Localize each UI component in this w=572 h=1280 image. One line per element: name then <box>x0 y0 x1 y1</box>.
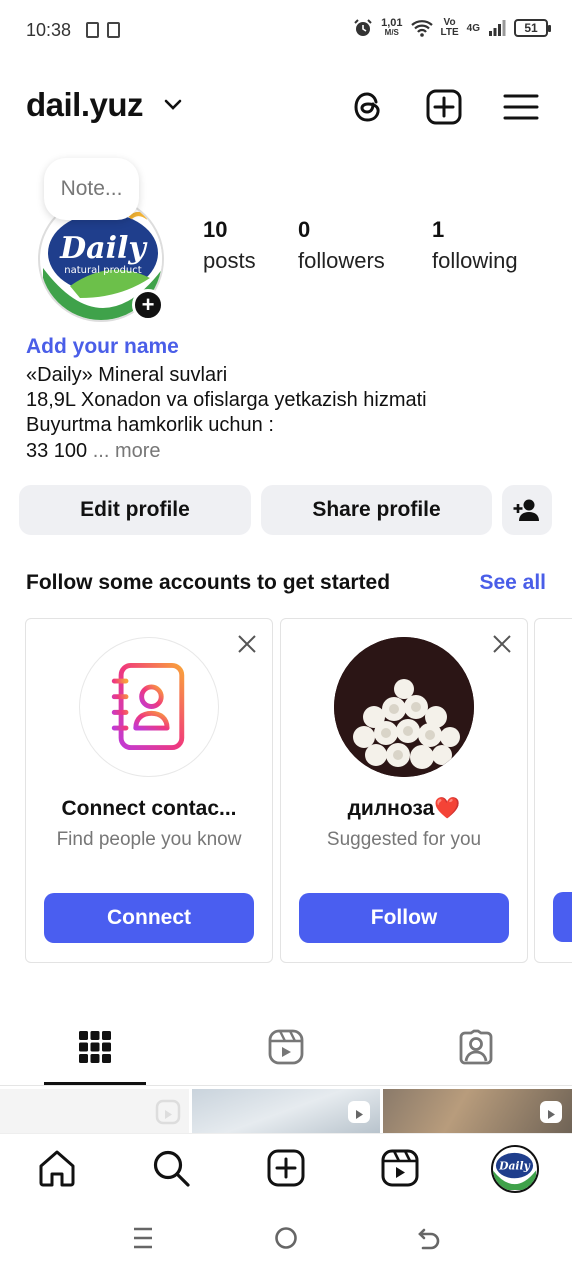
status-notification-icons <box>86 22 120 38</box>
close-icon[interactable] <box>491 633 513 655</box>
tagged-icon[interactable] <box>457 1028 495 1066</box>
card-title[interactable]: дилноза❤️ <box>281 797 527 821</box>
note-bubble[interactable]: Note... <box>44 158 139 220</box>
add-story-icon[interactable]: + <box>132 289 164 321</box>
wifi-icon <box>410 20 433 37</box>
recent-apps-icon[interactable] <box>132 1226 154 1250</box>
reel-badge-icon <box>540 1101 562 1123</box>
suggestion-card-user: дилноза❤️ Suggested for you Follow <box>280 618 528 963</box>
bio-line: Buyurtma hamkorlik uchun : <box>26 414 274 436</box>
connect-button[interactable]: Connect <box>44 893 254 943</box>
threads-icon[interactable] <box>349 88 387 126</box>
bio-more-link[interactable]: ... more <box>87 440 161 462</box>
reel-badge-icon <box>155 1099 181 1125</box>
add-person-icon <box>513 499 539 521</box>
search-icon[interactable] <box>151 1148 191 1188</box>
reels-icon[interactable] <box>267 1028 305 1066</box>
edit-profile-button[interactable]: Edit profile <box>19 485 251 535</box>
bio-line: 18,9L Xonadon va ofislarga yetkazish hiz… <box>26 389 427 411</box>
share-profile-button[interactable]: Share profile <box>261 485 492 535</box>
create-icon[interactable] <box>266 1148 306 1188</box>
network-speed: 1,01 M/S <box>381 17 403 38</box>
close-icon[interactable] <box>236 633 258 655</box>
follow-button[interactable]: Follow <box>299 893 509 943</box>
contacts-circle <box>79 637 219 777</box>
reel-badge-icon <box>348 1101 370 1123</box>
signal-icon <box>489 20 506 36</box>
battery-indicator: 51 <box>514 19 551 37</box>
add-name-link[interactable]: Add your name <box>26 335 179 359</box>
home-icon[interactable] <box>37 1148 77 1188</box>
tab-divider <box>0 1085 572 1086</box>
card-subtitle: Suggested for you <box>326 829 482 850</box>
bio-line: 33 100 ... more <box>26 440 161 463</box>
username[interactable]: dail.yuz <box>26 86 144 124</box>
bio-line: «Daily» Mineral suvlari <box>26 364 228 386</box>
reels-icon[interactable] <box>380 1148 420 1188</box>
profile-avatar[interactable]: Daily <box>491 1145 539 1193</box>
flowers-photo <box>334 637 474 777</box>
grid-icon[interactable] <box>76 1028 114 1066</box>
suggestions-title: Follow some accounts to get started <box>26 571 391 594</box>
status-time: 10:38 <box>26 20 72 40</box>
alarm-icon <box>354 19 372 36</box>
home-button-icon[interactable] <box>274 1226 298 1250</box>
posts-count[interactable]: 10 <box>203 217 227 243</box>
svg-text:Daily: Daily <box>59 231 148 266</box>
suggestion-card-contacts: Connect contac... Find people you know C… <box>25 618 273 963</box>
network-type: 4G <box>466 22 480 34</box>
see-all-link[interactable]: See all <box>479 571 546 595</box>
menu-icon[interactable] <box>502 88 540 126</box>
card-title: Connect contac... <box>61 797 237 820</box>
svg-text:Daily: Daily <box>498 1159 530 1172</box>
post-thumbnail[interactable] <box>383 1089 572 1133</box>
daily-logo-mini: Daily <box>493 1147 536 1190</box>
card-subtitle: Find people you know <box>56 829 242 850</box>
notification-app-icon <box>86 22 99 38</box>
svg-text:natural product: natural product <box>64 265 141 276</box>
followers-count[interactable]: 0 <box>298 217 310 243</box>
download-icon <box>107 22 120 38</box>
status-right: 1,01 M/S Vo LTE 4G 51 <box>353 17 551 38</box>
follow-button-partial[interactable] <box>553 892 572 942</box>
bio-phone: 33 100 <box>26 440 88 462</box>
chevron-down-icon[interactable] <box>163 98 183 112</box>
following-label[interactable]: following <box>432 248 518 274</box>
following-count[interactable]: 1 <box>432 217 444 243</box>
discover-people-button[interactable] <box>502 485 552 535</box>
volte-indicator: Vo LTE <box>440 17 459 38</box>
followers-label[interactable]: followers <box>298 248 385 274</box>
post-thumbnail[interactable] <box>192 1089 380 1133</box>
posts-label[interactable]: posts <box>203 248 256 274</box>
back-icon[interactable] <box>417 1226 441 1250</box>
create-post-icon[interactable] <box>425 88 463 126</box>
contacts-book-icon <box>111 662 185 751</box>
user-avatar[interactable] <box>334 637 474 777</box>
post-thumbnail[interactable] <box>0 1089 189 1133</box>
